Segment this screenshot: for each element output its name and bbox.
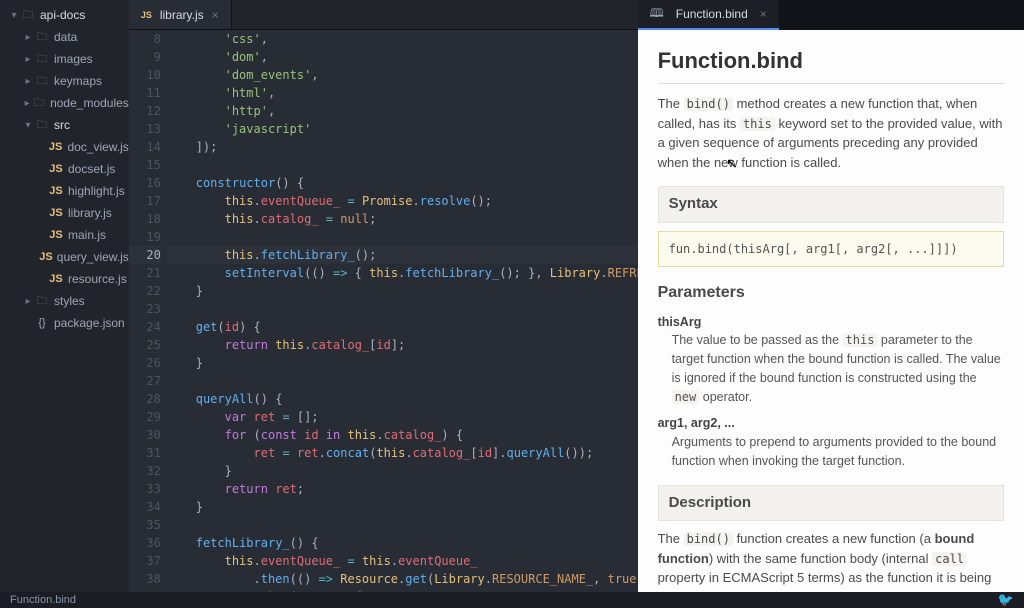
line-gutter: 8910111213141516171819202122232425262728… (129, 30, 167, 592)
folder-icon: 🗀 (20, 6, 36, 25)
tree-file[interactable]: JS highlight.js (0, 180, 129, 202)
tree-label: highlight.js (68, 184, 125, 198)
chevron-right-icon: ▸ (22, 54, 34, 65)
syntax-code: fun.bind(thisArg[, arg1[, arg2[, ...]]]) (658, 231, 1004, 267)
param-thisarg-desc: The value to be passed as the this param… (658, 331, 1004, 406)
tree-label: data (54, 30, 77, 44)
doc-intro: The bind() method creates a new function… (658, 94, 1004, 172)
tree-label: main.js (68, 228, 106, 242)
tree-label: docset.js (68, 162, 115, 176)
tree-label: package.json (54, 316, 125, 330)
chevron-right-icon: ▸ (22, 296, 34, 307)
param-thisarg-name: thisArg (658, 313, 1004, 332)
tab-function-bind[interactable]: 🕮 Function.bind × (638, 0, 779, 30)
tree-folder-styles[interactable]: ▸ 🗀 styles (0, 290, 129, 312)
folder-icon: 🗀 (34, 72, 50, 91)
chevron-right-icon: ▸ (22, 76, 34, 87)
doc-icon: 🕮 (650, 4, 664, 25)
tree-file[interactable]: JS main.js (0, 224, 129, 246)
status-bar: Function.bind 🐦 (0, 592, 1024, 608)
js-icon: JS (48, 229, 64, 241)
js-icon: JS (141, 10, 152, 20)
folder-icon: 🗀 (34, 28, 50, 47)
chevron-down-icon: ▾ (8, 10, 20, 21)
tab-title: library.js (160, 8, 204, 22)
js-icon: JS (48, 163, 64, 175)
js-icon: JS (48, 207, 64, 219)
editor-pane: JS library.js × 891011121314151617181920… (129, 0, 638, 592)
tree-label: styles (54, 294, 85, 308)
chevron-down-icon: ▾ (22, 120, 34, 131)
twitter-icon[interactable]: 🐦 (998, 592, 1014, 608)
parameters-heading: Parameters (658, 281, 1004, 305)
tree-label: resource.js (68, 272, 127, 286)
param-args-name: arg1, arg2, ... (658, 414, 1004, 433)
tree-label: images (54, 52, 93, 66)
tree-label: api-docs (40, 8, 85, 22)
chevron-right-icon: ▸ (22, 98, 32, 109)
tree-file[interactable]: JS docset.js (0, 158, 129, 180)
js-icon: JS (39, 251, 52, 263)
doc-pane: 🕮 Function.bind × Function.bind The bind… (638, 0, 1024, 592)
description-heading: Description (658, 485, 1004, 522)
doc-title: Function.bind (658, 44, 1004, 84)
doc-tab-title: Function.bind (676, 7, 748, 21)
code-content[interactable]: 'css', 'dom', 'dom_events', 'html', 'htt… (167, 30, 638, 592)
tree-label: keymaps (54, 74, 102, 88)
close-icon[interactable]: × (760, 7, 767, 21)
js-icon: JS (48, 141, 64, 153)
tree-folder[interactable]: ▸🗀 images (0, 48, 129, 70)
folder-icon: 🗀 (34, 292, 50, 311)
folder-icon: 🗀 (32, 94, 46, 113)
tree-file[interactable]: JS resource.js (0, 268, 129, 290)
description-body: The bind() function creates a new functi… (658, 529, 1004, 592)
doc-tabbar: 🕮 Function.bind × (638, 0, 1024, 30)
tree-file[interactable]: JSdoc_view.js (0, 136, 129, 158)
json-icon: {} (34, 317, 50, 329)
close-icon[interactable]: × (212, 8, 219, 22)
tree-root[interactable]: ▾ 🗀 api-docs (0, 4, 129, 26)
tree-label: library.js (68, 206, 112, 220)
tree-file[interactable]: JS query_view.js (0, 246, 129, 268)
status-left: Function.bind (10, 594, 76, 606)
tree-file-package[interactable]: {} package.json (0, 312, 129, 334)
tree-label: node_modules (50, 96, 129, 110)
tree-folder[interactable]: ▸🗀 data (0, 26, 129, 48)
tree-folder[interactable]: ▸🗀 keymaps (0, 70, 129, 92)
folder-icon: 🗀 (34, 50, 50, 69)
param-args-desc: Arguments to prepend to arguments provid… (658, 433, 1004, 471)
tree-file[interactable]: JS library.js (0, 202, 129, 224)
tree-label: src (54, 118, 70, 132)
tab-library-js[interactable]: JS library.js × (129, 0, 232, 29)
folder-icon: 🗀 (34, 116, 50, 135)
tree-folder[interactable]: ▸🗀 node_modules (0, 92, 129, 114)
tree-label: query_view.js (57, 250, 129, 264)
tree-folder-src[interactable]: ▾ 🗀 src (0, 114, 129, 136)
js-icon: JS (48, 185, 64, 197)
syntax-heading: Syntax (658, 186, 1004, 223)
tree-label: doc_view.js (67, 140, 128, 154)
file-tree: ▾ 🗀 api-docs ▸🗀data▸🗀images▸🗀keymaps▸🗀no… (0, 0, 129, 592)
code-editor[interactable]: 8910111213141516171819202122232425262728… (129, 30, 638, 592)
doc-body[interactable]: Function.bind The bind() method creates … (638, 30, 1024, 592)
js-icon: JS (48, 273, 64, 285)
editor-tabbar: JS library.js × (129, 0, 638, 30)
chevron-right-icon: ▸ (22, 32, 34, 43)
